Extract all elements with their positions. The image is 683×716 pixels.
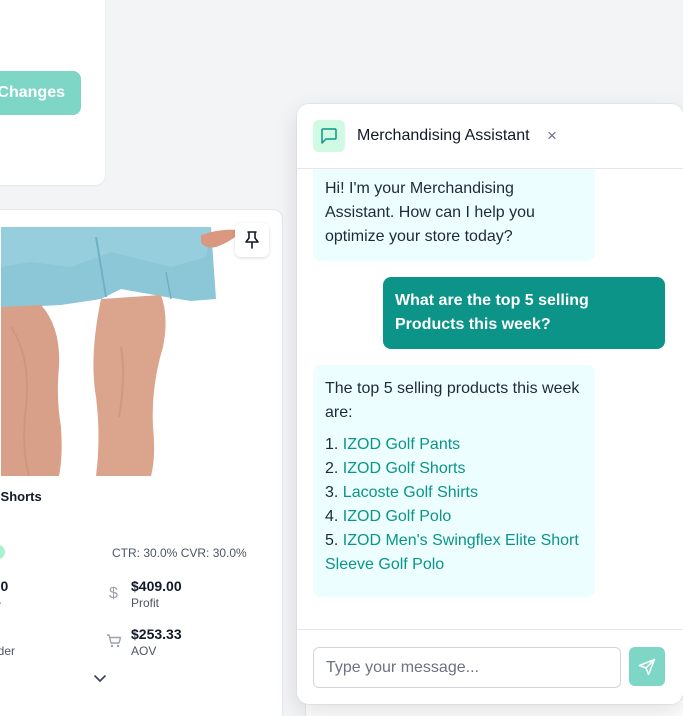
list-item: 4. IZOD Golf Polo — [325, 505, 583, 529]
list-number: 1. — [325, 436, 339, 453]
product-list: 1. IZOD Golf Pants 2. IZOD Golf Shorts 3… — [325, 433, 583, 577]
chevron-down-icon[interactable] — [93, 674, 107, 684]
close-icon[interactable]: × — [547, 126, 557, 146]
message-input[interactable] — [313, 647, 621, 688]
aov-label: AOV — [131, 644, 157, 658]
chat-avatar — [313, 120, 345, 152]
list-item: 2. IZOD Golf Shorts — [325, 457, 583, 481]
product-title: lf Shorts — [0, 489, 42, 504]
aov-value: $253.33 — [131, 626, 182, 642]
profit-label: Profit — [131, 596, 160, 610]
list-item: 1. IZOD Golf Pants — [325, 433, 583, 457]
message-square-icon — [321, 128, 337, 144]
shorts-model-image — [1, 227, 264, 476]
chat-header: Merchandising Assistant × — [297, 104, 683, 169]
save-changes-button[interactable]: Changes — [0, 71, 81, 115]
status-indicator — [0, 545, 5, 559]
list-number: 3. — [325, 484, 339, 501]
assistant-message: The top 5 selling products this week are… — [313, 365, 595, 597]
send-icon — [638, 658, 656, 675]
list-item: 3. Lacoste Golf Shirts — [325, 481, 583, 505]
message-composer — [297, 629, 683, 704]
assistant-message: Hi! I'm your Merchandising Assistant. Ho… — [313, 169, 595, 261]
list-number: 5. — [325, 532, 339, 549]
product-link[interactable]: IZOD Golf Pants — [343, 436, 460, 453]
product-link[interactable]: IZOD Golf Polo — [343, 508, 451, 525]
cart-icon — [107, 634, 122, 648]
revenue-value: 5.00 — [0, 578, 9, 594]
chat-title: Merchandising Assistant — [357, 127, 530, 144]
product-image — [1, 227, 264, 476]
revenue-label: nue — [0, 596, 1, 610]
product-card: lf Shorts CTR: 30.0% CVR: 30.0% 5.00 nue… — [0, 209, 283, 716]
chat-panel: Merchandising Assistant × Hi! I'm your M… — [297, 104, 683, 704]
ctr-cvr-stats: CTR: 30.0% CVR: 30.0% — [112, 546, 247, 560]
list-number: 2. — [325, 460, 339, 477]
per-order-label: /Order — [0, 644, 16, 658]
pin-button[interactable] — [235, 223, 269, 257]
product-link[interactable]: IZOD Golf Shorts — [343, 460, 466, 477]
message-list[interactable]: Hi! I'm your Merchandising Assistant. Ho… — [297, 169, 683, 629]
product-link[interactable]: Lacoste Golf Shirts — [343, 484, 478, 501]
profit-value: $409.00 — [131, 578, 182, 594]
list-number: 4. — [325, 508, 339, 525]
dollar-icon: $ — [109, 585, 118, 602]
message-text: What are the top 5 selling Products this… — [395, 292, 589, 333]
pin-icon — [245, 231, 259, 249]
send-button[interactable] — [629, 647, 665, 686]
product-link[interactable]: IZOD Men's Swingflex Elite Short Sleeve … — [325, 532, 579, 573]
user-message: What are the top 5 selling Products this… — [383, 277, 665, 349]
message-text: Hi! I'm your Merchandising Assistant. Ho… — [325, 180, 535, 245]
list-item: 5. IZOD Men's Swingflex Elite Short Slee… — [325, 529, 583, 577]
message-intro: The top 5 selling products this week are… — [325, 380, 580, 421]
